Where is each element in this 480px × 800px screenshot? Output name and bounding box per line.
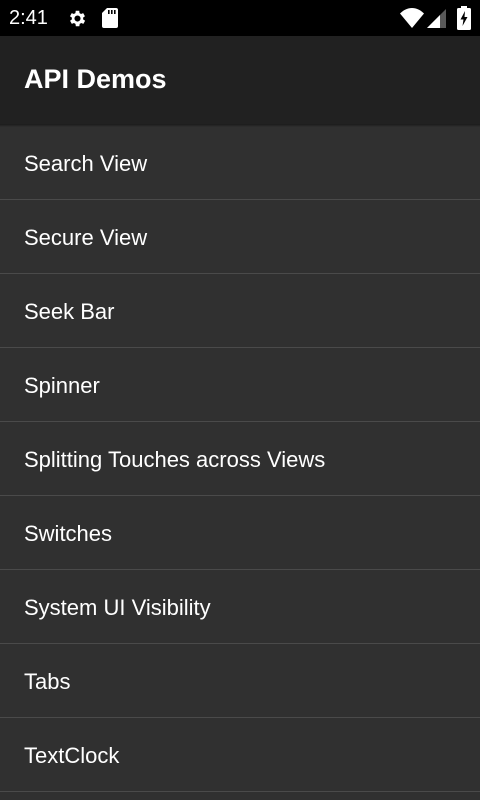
list-item-label: Seek Bar <box>24 299 115 324</box>
list-item[interactable]: Switches <box>0 496 480 570</box>
list-item[interactable]: Seek Bar <box>0 274 480 348</box>
status-bar: 2:41 <box>0 0 480 36</box>
cell-signal-icon <box>427 9 446 28</box>
demo-list: Search View Secure View Seek Bar Spinner… <box>0 126 480 792</box>
screen: 2:41 API Demos Search View Secure View S… <box>0 0 480 800</box>
list-item-label: Tabs <box>24 669 71 694</box>
status-time: 2:41 <box>9 7 48 29</box>
list-item[interactable]: Tabs <box>0 644 480 718</box>
list-item[interactable]: Secure View <box>0 200 480 274</box>
list-item-label: Secure View <box>24 225 148 250</box>
list-item[interactable]: TextClock <box>0 718 480 792</box>
app-title: API Demos <box>24 64 167 94</box>
wifi-icon <box>400 8 424 28</box>
list-item[interactable]: Search View <box>0 126 480 200</box>
list-item-label: Splitting Touches across Views <box>24 447 326 472</box>
battery-charging-icon <box>457 6 471 30</box>
list-item-label: System UI Visibility <box>24 595 211 620</box>
app-bar: API Demos <box>0 36 480 124</box>
list-item[interactable]: System UI Visibility <box>0 570 480 644</box>
list-item-label: Search View <box>24 151 148 176</box>
list-item[interactable]: Spinner <box>0 348 480 422</box>
list-item-label: Spinner <box>24 373 100 398</box>
settings-gear-icon <box>69 10 86 27</box>
sd-card-icon <box>102 8 118 28</box>
list-item-label: TextClock <box>24 743 120 768</box>
list-item-label: Switches <box>24 521 113 546</box>
list-item[interactable]: Splitting Touches across Views <box>0 422 480 496</box>
